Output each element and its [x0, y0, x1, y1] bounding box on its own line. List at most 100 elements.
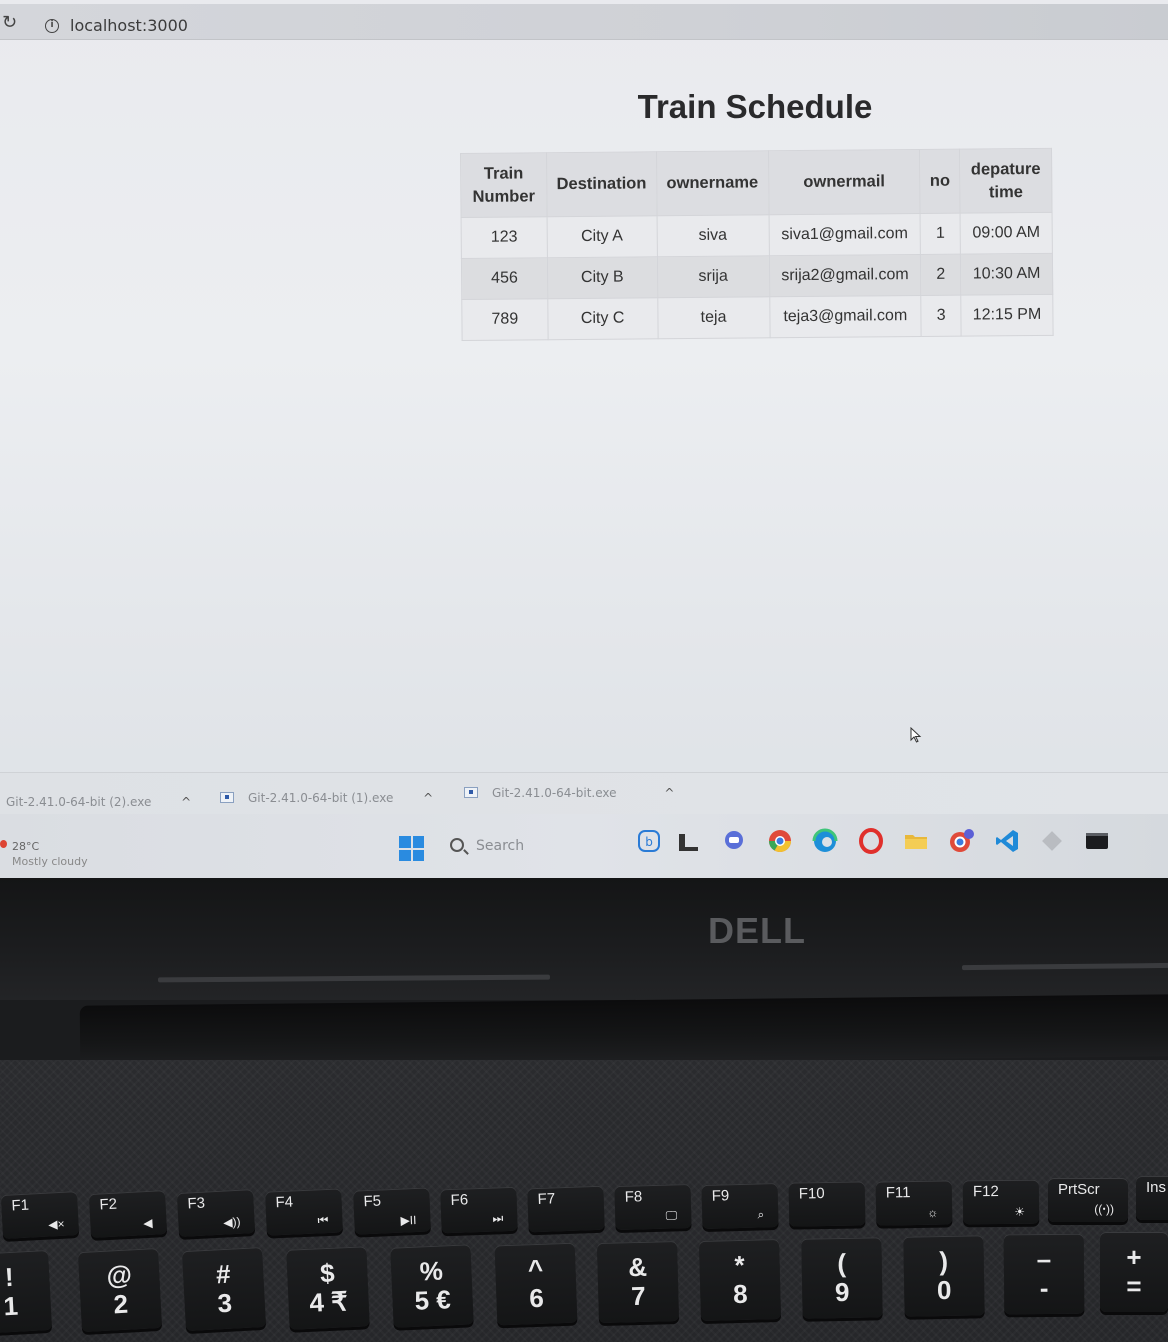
- folder-icon[interactable]: [903, 828, 929, 854]
- key-f12[interactable]: F12 ☀: [962, 1179, 1040, 1225]
- site-info-icon[interactable]: i: [45, 19, 59, 33]
- key-label: 7: [630, 1280, 646, 1312]
- key-8[interactable]: * 8: [698, 1238, 782, 1322]
- weather-alert-icon: [0, 840, 7, 848]
- monitor-screen: ↻ i localhost:3000 Train Schedule Train …: [0, 0, 1168, 878]
- key-2[interactable]: @2: [77, 1247, 163, 1333]
- table-header-row: Train Number Destination ownername owner…: [460, 148, 1053, 218]
- download-item[interactable]: Git-2.41.0-64-bit (1).exe ^: [220, 791, 433, 805]
- key-4[interactable]: $4 ₹: [286, 1246, 370, 1330]
- cell-depature-time: 12:15 PM: [960, 294, 1054, 337]
- cell-ownername: srija: [657, 255, 770, 298]
- installer-file-icon: [464, 787, 478, 798]
- key-label: 2: [112, 1288, 129, 1320]
- header-depature-time: depature time: [959, 148, 1053, 214]
- reload-icon[interactable]: ↻: [2, 12, 17, 33]
- key-label: F1: [11, 1196, 30, 1215]
- git-icon[interactable]: [1039, 828, 1065, 854]
- key-0[interactable]: ) 0: [903, 1235, 985, 1317]
- file-explorer-icon[interactable]: [676, 828, 702, 854]
- key-shift-label: *: [734, 1249, 746, 1281]
- terminal-icon[interactable]: [1084, 828, 1110, 854]
- key-label: =: [1126, 1271, 1142, 1301]
- key-9[interactable]: (9: [801, 1237, 883, 1319]
- volume-down-icon: ◀: [142, 1215, 153, 1231]
- key-label: F2: [99, 1195, 118, 1214]
- chrome-icon[interactable]: [767, 828, 793, 854]
- table-row: 123 City A siva siva1@gmail.com 1 09:00 …: [461, 212, 1053, 259]
- cell-no: 3: [921, 295, 962, 337]
- key-f6[interactable]: F6 ⏭: [440, 1186, 518, 1234]
- header-no: no: [919, 149, 961, 214]
- key-label: F12: [972, 1183, 999, 1201]
- cell-ownername: teja: [657, 296, 770, 339]
- key-6[interactable]: ^ 6: [494, 1242, 578, 1326]
- cell-ownername: siva: [656, 214, 769, 257]
- play-pause-icon: ▶II: [400, 1212, 417, 1228]
- key-f1[interactable]: F1 ◀×: [0, 1191, 80, 1239]
- brightness-down-icon: ☼: [927, 1205, 939, 1220]
- key-label: 5 €: [413, 1284, 452, 1316]
- teams-chat-icon[interactable]: [721, 828, 747, 854]
- key-f4[interactable]: F4 ⏮: [265, 1188, 343, 1236]
- cell-train-number: 789: [461, 298, 548, 341]
- svg-text:b: b: [645, 835, 653, 849]
- search-key-icon: ⌕: [757, 1207, 765, 1222]
- key-label: F6: [450, 1191, 469, 1209]
- header-destination: Destination: [546, 151, 657, 217]
- opera-icon[interactable]: [858, 828, 884, 854]
- key-label: 0: [936, 1274, 952, 1306]
- key-ins[interactable]: Ins: [1136, 1176, 1168, 1220]
- vscode-icon[interactable]: [994, 828, 1020, 854]
- key-f10[interactable]: F10: [788, 1181, 866, 1227]
- key-minus[interactable]: – -: [1003, 1233, 1085, 1315]
- chevron-up-icon[interactable]: ^: [664, 786, 674, 800]
- search-icon: [450, 838, 464, 852]
- windows-start-icon[interactable]: [399, 836, 424, 861]
- chevron-up-icon[interactable]: ^: [181, 795, 191, 809]
- key-shift-label: &: [627, 1251, 648, 1283]
- url-field[interactable]: localhost:3000: [70, 16, 188, 35]
- taskbar-search[interactable]: Search: [448, 836, 618, 862]
- key-5[interactable]: % 5 €: [390, 1244, 474, 1328]
- cell-destination: City C: [547, 297, 658, 340]
- volume-up-icon: ◀)): [222, 1214, 241, 1230]
- previous-track-icon: ⏮: [317, 1212, 329, 1228]
- key-label: F9: [711, 1187, 730, 1205]
- weather-temperature[interactable]: 28°C: [12, 840, 39, 853]
- display-icon: 🖵: [665, 1208, 678, 1223]
- key-f9[interactable]: F9 ⌕: [701, 1183, 779, 1229]
- download-filename: Git-2.41.0-64-bit (2).exe: [6, 795, 152, 809]
- bing-icon[interactable]: b: [636, 828, 662, 854]
- download-item[interactable]: Git-2.41.0-64-bit.exe ^: [464, 786, 674, 800]
- key-label: F4: [275, 1193, 294, 1212]
- cell-no: 2: [920, 254, 961, 296]
- cell-depature-time: 09:00 AM: [960, 212, 1053, 255]
- weather-description[interactable]: Mostly cloudy: [12, 855, 88, 868]
- download-item[interactable]: Git-2.41.0-64-bit (2).exe ^: [6, 795, 191, 809]
- key-label: F10: [798, 1185, 825, 1203]
- key-1[interactable]: ! 1: [0, 1249, 53, 1335]
- key-label: PrtScr: [1058, 1181, 1100, 1198]
- key-f7[interactable]: F7: [527, 1185, 605, 1233]
- key-f5[interactable]: F5 ▶II: [353, 1187, 431, 1235]
- key-f8[interactable]: F8 🖵: [614, 1184, 692, 1230]
- wireless-icon: ((ꞏ)): [1094, 1202, 1114, 1216]
- key-f3[interactable]: F3 ◀)): [176, 1189, 256, 1237]
- chevron-up-icon[interactable]: ^: [423, 791, 433, 805]
- edge-icon[interactable]: [812, 828, 838, 854]
- windows-taskbar: 28°C Mostly cloudy Search b: [0, 814, 1168, 878]
- key-label: Ins: [1146, 1179, 1167, 1196]
- key-prtscr[interactable]: PrtScr ((ꞏ)): [1048, 1178, 1128, 1222]
- key-label: 3: [216, 1287, 233, 1319]
- search-label: Search: [476, 838, 525, 854]
- key-7[interactable]: & 7: [596, 1240, 680, 1324]
- key-equals[interactable]: + =: [1100, 1232, 1168, 1312]
- next-track-icon: ⏭: [492, 1211, 504, 1226]
- key-f2[interactable]: F2 ◀: [88, 1190, 168, 1238]
- key-f11[interactable]: F11 ☼: [875, 1180, 953, 1226]
- key-label: F11: [885, 1184, 911, 1202]
- key-label: -: [1039, 1272, 1049, 1304]
- chrome-profile-icon[interactable]: [948, 828, 974, 854]
- key-3[interactable]: #3: [181, 1246, 267, 1332]
